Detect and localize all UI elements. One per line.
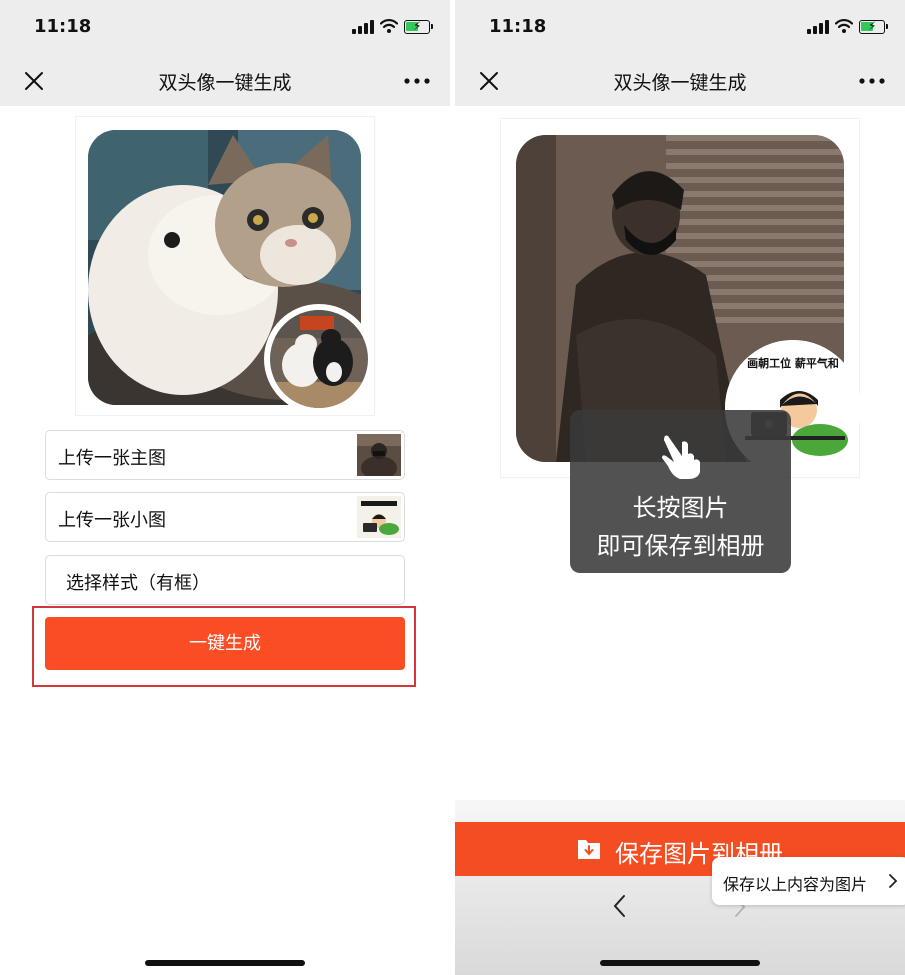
generate-button[interactable]: 一键生成 (45, 617, 405, 670)
style-select-label: 选择样式（有框） (66, 573, 210, 594)
style-select-field[interactable]: 选择样式（有框） (45, 555, 405, 605)
upload-main-image-label: 上传一张主图 (58, 448, 166, 469)
right-phone-screen: 11:18 ⚡ 双头像一键生成 画朝工位 薪平气和 长按图片 即可保存到相册 保… (455, 0, 905, 975)
toast-line-1: 长按图片 (632, 494, 729, 522)
main-image-thumbnail (357, 434, 401, 476)
nav-bar: 双头像一键生成 (0, 56, 450, 106)
home-indicator[interactable] (145, 960, 305, 966)
battery-charging-icon: ⚡ (404, 20, 433, 34)
cellular-signal-icon (352, 20, 374, 34)
chevron-right-icon (889, 874, 898, 888)
toast-line-2: 即可保存到相册 (596, 532, 765, 560)
save-as-image-label: 保存以上内容为图片 (723, 875, 868, 894)
save-hint-toast: 长按图片 即可保存到相册 (570, 410, 791, 573)
left-phone-screen: 11:18 ⚡ 双头像一键生成 上传一张主图 上传一张小图 选择样式（有框） 一… (0, 0, 450, 975)
small-avatar-circle (264, 304, 374, 414)
status-bar: 11:18 ⚡ (0, 0, 450, 56)
wifi-icon (835, 19, 853, 33)
page-title: 双头像一键生成 (158, 72, 292, 94)
small-image-thumbnail (357, 496, 401, 538)
upload-small-image-field[interactable]: 上传一张小图 (45, 492, 405, 542)
nav-bar: 双头像一键生成 (455, 56, 905, 106)
cellular-signal-icon (807, 20, 829, 34)
wifi-icon (380, 19, 398, 33)
avatar-caption: 画朝工位 薪平气和 (747, 356, 839, 370)
status-time: 11:18 (489, 16, 547, 37)
status-time: 11:18 (34, 16, 92, 37)
page-title: 双头像一键生成 (613, 72, 747, 94)
more-icon[interactable] (402, 69, 432, 93)
hand-pointer-icon (662, 435, 700, 479)
download-icon (578, 840, 600, 859)
more-icon[interactable] (857, 69, 887, 93)
save-as-image-popup[interactable]: 保存以上内容为图片 (712, 857, 905, 905)
home-indicator[interactable] (600, 960, 760, 966)
upload-main-image-field[interactable]: 上传一张主图 (45, 430, 405, 480)
status-bar: 11:18 ⚡ (455, 0, 905, 56)
chevron-left-icon[interactable] (610, 893, 630, 919)
battery-charging-icon: ⚡ (859, 20, 888, 34)
upload-small-image-label: 上传一张小图 (58, 510, 166, 531)
